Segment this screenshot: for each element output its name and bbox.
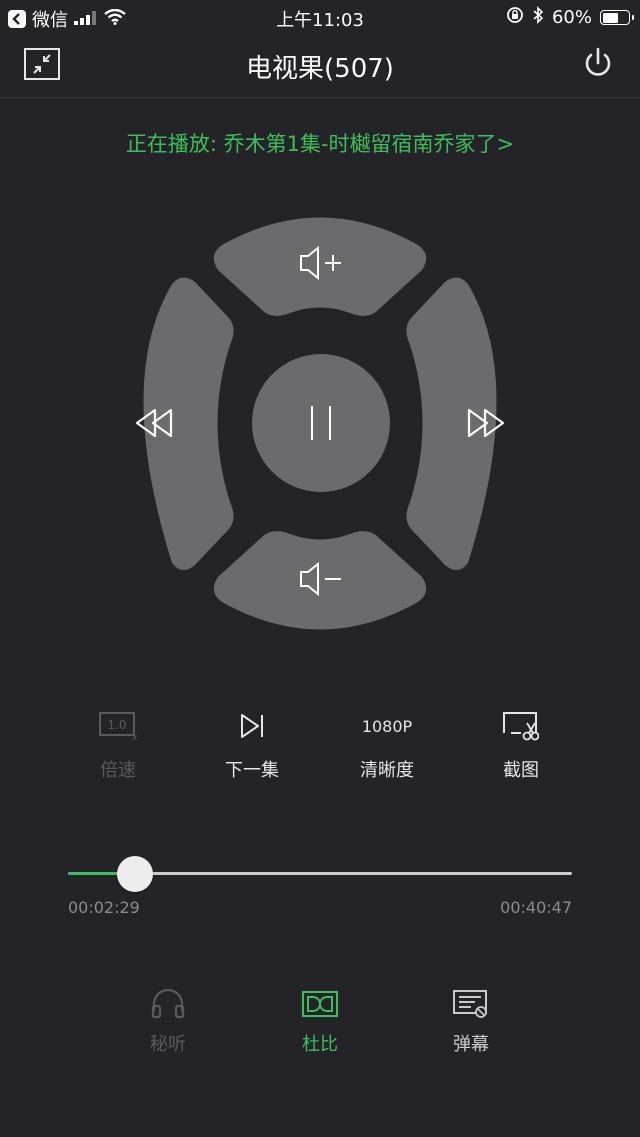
danmaku-label: 弹幕 [453,1034,489,1055]
volume-up-button[interactable] [213,217,427,316]
speed-button[interactable]: 1.0 x 倍速 [63,706,173,782]
headphones-icon [118,986,218,1022]
resolution-label: 清晰度 [360,760,414,781]
next-episode-label: 下一集 [225,760,279,781]
dolby-button[interactable]: 杜比 [270,986,370,1056]
resolution-button[interactable]: 1080P 清晰度 [332,706,442,782]
dolby-icon [270,986,370,1022]
next-episode-icon [197,706,307,746]
pause-button[interactable] [252,354,390,492]
danmaku-button[interactable]: 弹幕 [421,986,521,1056]
screenshot-label: 截图 [503,760,539,781]
fast-forward-button[interactable] [406,277,505,571]
svg-text:1.0: 1.0 [107,718,126,732]
progress-slider[interactable] [68,856,572,892]
screenshot-button[interactable]: 截图 [466,706,576,782]
progress-fill [68,872,117,875]
dolby-label: 杜比 [302,1034,338,1055]
svg-text:x: x [132,733,137,741]
controls-row: 1.0 x 倍速 下一集 1080P 清晰度 截图 [0,706,640,786]
current-time: 00:02:29 [68,898,140,917]
dpad [135,217,505,630]
speed-label: 倍速 [100,760,136,781]
progress-thumb[interactable] [117,856,153,892]
bottom-bar: 秘听 杜比 弹幕 [0,986,640,1066]
screenshot-icon [466,706,576,746]
private-listen-label: 秘听 [150,1034,186,1055]
rewind-button[interactable] [135,277,234,571]
total-time: 00:40:47 [500,898,572,917]
private-listen-button[interactable]: 秘听 [118,986,218,1056]
speed-icon: 1.0 x [63,706,173,746]
next-episode-button[interactable]: 下一集 [197,706,307,782]
danmaku-icon [421,986,521,1022]
resolution-icon: 1080P [361,716,413,736]
volume-down-button[interactable] [213,531,427,630]
